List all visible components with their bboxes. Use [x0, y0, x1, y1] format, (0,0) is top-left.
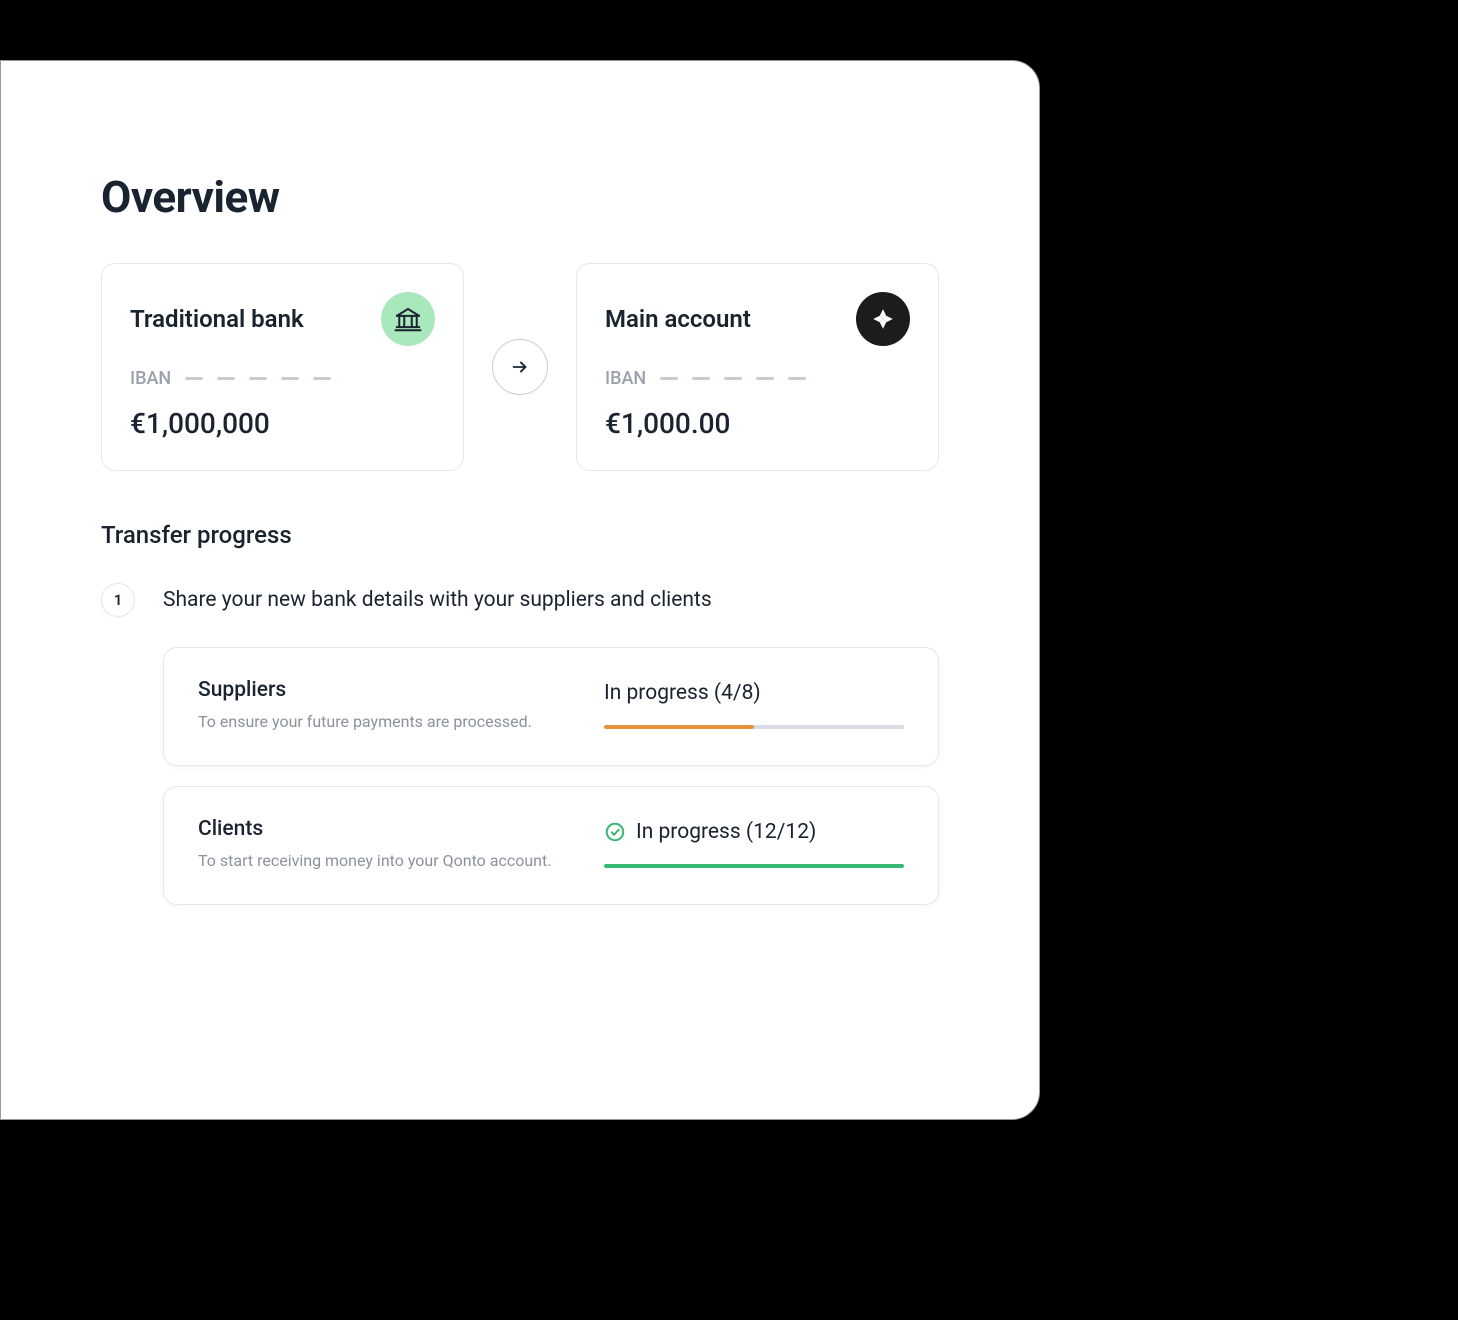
account-title-destination: Main account — [605, 305, 751, 333]
qonto-logo-icon — [856, 292, 910, 346]
clients-progress-fill — [604, 864, 904, 868]
suppliers-description: To ensure your future payments are proce… — [198, 712, 604, 731]
account-card-source[interactable]: Traditional bank IBAN — [101, 263, 464, 471]
step-text: Share your new bank details with your su… — [163, 588, 712, 612]
account-balance-destination: €1,000.00 — [605, 407, 910, 440]
progress-card-clients[interactable]: Clients To start receiving money into yo… — [163, 786, 939, 905]
iban-label: IBAN — [130, 368, 171, 389]
suppliers-progress-bar — [604, 725, 904, 729]
clients-progress-bar — [604, 864, 904, 868]
suppliers-title: Suppliers — [198, 678, 604, 702]
step-row: 1 Share your new bank details with your … — [101, 583, 939, 617]
accounts-row: Traditional bank IBAN — [101, 263, 939, 471]
account-card-destination[interactable]: Main account IBAN €1,000.00 — [576, 263, 939, 471]
account-title-source: Traditional bank — [130, 305, 304, 333]
page-title: Overview — [101, 171, 939, 223]
iban-placeholder — [185, 377, 331, 380]
suppliers-progress-fill — [604, 725, 754, 729]
iban-label: IBAN — [605, 368, 646, 389]
clients-description: To start receiving money into your Qonto… — [198, 851, 604, 870]
iban-row-destination: IBAN — [605, 368, 910, 389]
account-balance-source: €1,000,000 — [130, 407, 435, 440]
overview-window: Overview Traditional bank — [0, 60, 1040, 1120]
clients-title: Clients — [198, 817, 604, 841]
iban-placeholder — [660, 377, 806, 380]
arrow-right-icon — [492, 339, 548, 395]
iban-row-source: IBAN — [130, 368, 435, 389]
step-number-badge: 1 — [101, 583, 135, 617]
progress-card-suppliers[interactable]: Suppliers To ensure your future payments… — [163, 647, 939, 766]
transfer-progress-title: Transfer progress — [101, 521, 939, 549]
bank-icon — [381, 292, 435, 346]
check-circle-icon — [604, 821, 626, 843]
progress-cards: Suppliers To ensure your future payments… — [163, 647, 939, 905]
suppliers-status: In progress (4/8) — [604, 681, 761, 705]
clients-status: In progress (12/12) — [636, 820, 816, 844]
